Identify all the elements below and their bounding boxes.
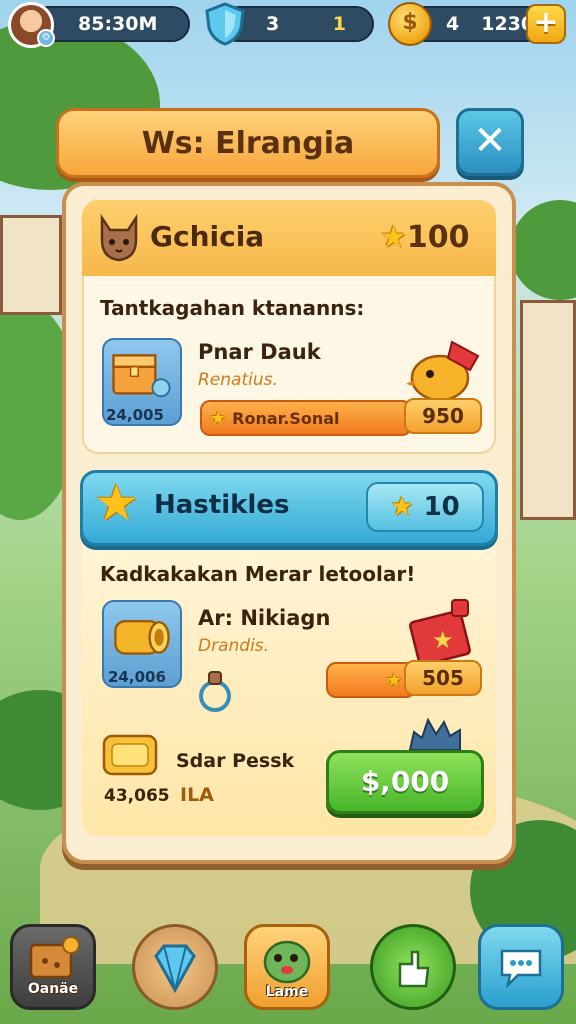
reward-bar-label: Ronar.Sonal bbox=[232, 408, 340, 428]
gem-icon bbox=[154, 944, 196, 994]
chat-icon bbox=[500, 949, 542, 989]
section1-title: Gchicia bbox=[150, 220, 265, 253]
section1-score: ★100 bbox=[380, 220, 470, 255]
item1-bar-value[interactable]: 505 bbox=[404, 660, 482, 696]
star-icon: ★ bbox=[210, 407, 227, 429]
star-icon: ★ bbox=[380, 220, 407, 255]
svg-text:★: ★ bbox=[432, 626, 454, 654]
section2-subtitle: Kadkakakan Merar letoolar! bbox=[100, 562, 416, 586]
nav-map-button[interactable]: Oanäe bbox=[10, 924, 96, 1010]
close-button[interactable]: ✕ bbox=[456, 108, 524, 176]
coin-count: 4 bbox=[446, 13, 460, 35]
currency-value: 85:30M bbox=[78, 13, 158, 35]
item1-name: Ar: Nikiagn bbox=[198, 606, 331, 630]
item1-bar: ★ bbox=[326, 662, 416, 698]
nav-map-label: Oanäe bbox=[27, 981, 79, 997]
spiky-creature-icon bbox=[408, 717, 461, 751]
gold-bar-icon bbox=[102, 734, 158, 776]
map-icon bbox=[29, 937, 79, 979]
buy-button[interactable]: $,000 bbox=[326, 750, 484, 814]
modal-title: Ws: Elrangia bbox=[56, 108, 440, 178]
item-name: Pnar Dauk bbox=[198, 340, 321, 364]
settings-badge-icon: ⚙ bbox=[37, 29, 55, 47]
reward-bar-value[interactable]: 950 bbox=[404, 398, 482, 434]
pet-icon bbox=[263, 940, 311, 984]
nav-chat-button[interactable] bbox=[478, 924, 564, 1010]
section2-star-count[interactable]: ★ 10 bbox=[366, 482, 484, 532]
shield-icon bbox=[205, 2, 245, 46]
section1-score-value: 100 bbox=[406, 220, 470, 255]
house-right bbox=[520, 300, 576, 520]
house-left bbox=[0, 215, 62, 315]
rooster-mascot-icon bbox=[406, 340, 480, 402]
section2-star-count-value: 10 bbox=[423, 492, 460, 522]
tree-canopy bbox=[510, 200, 576, 300]
item2-tag: ILA bbox=[180, 784, 214, 806]
add-coins-button[interactable]: + bbox=[526, 4, 566, 44]
item-card-count: 24,005 bbox=[106, 406, 164, 424]
gift-box-icon: ★ bbox=[409, 599, 471, 664]
reward-bar: ★ Ronar.Sonal bbox=[200, 400, 412, 436]
item2-count: 43,065 bbox=[104, 786, 170, 806]
big-star-icon: ★ bbox=[94, 474, 139, 532]
section2-title: Hastikles bbox=[154, 490, 290, 520]
item-card-count: 24,006 bbox=[108, 668, 166, 686]
item1-subtitle: Drandis. bbox=[198, 636, 270, 656]
shield-level: 1 bbox=[332, 13, 346, 35]
star-icon: ★ bbox=[386, 669, 403, 691]
item-subtitle: Renatius. bbox=[198, 370, 278, 390]
coin-icon: $ bbox=[388, 2, 432, 46]
shield-value: 3 bbox=[266, 13, 280, 35]
nav-pet-label: Lame bbox=[265, 984, 309, 1000]
nav-pet-button[interactable]: Lame bbox=[244, 924, 330, 1010]
player-avatar[interactable]: ⚙ bbox=[8, 2, 55, 48]
ring-icon bbox=[199, 671, 231, 712]
cat-icon bbox=[100, 213, 138, 262]
section1-subtitle: Tantkagahan ktananns: bbox=[100, 296, 365, 320]
star-icon: ★ bbox=[390, 492, 414, 522]
nav-hand-button[interactable] bbox=[370, 924, 456, 1010]
hand-icon bbox=[398, 950, 430, 988]
item2-name: Sdar Pessk bbox=[176, 750, 295, 772]
nav-gem-button[interactable] bbox=[132, 924, 218, 1010]
